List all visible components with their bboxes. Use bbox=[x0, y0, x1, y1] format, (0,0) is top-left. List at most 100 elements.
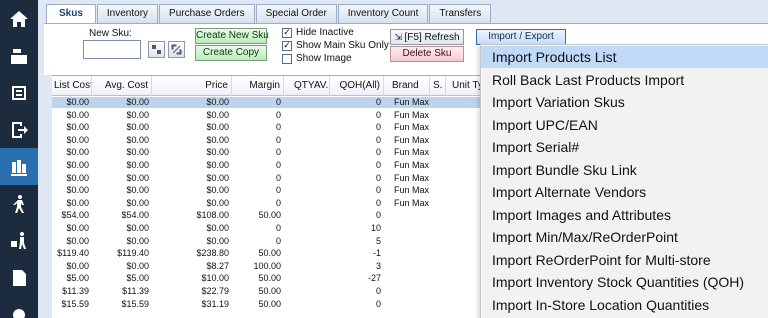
margin-cell: 0 bbox=[275, 134, 281, 145]
price-cell: $31.19 bbox=[201, 298, 229, 309]
qty-available-cell bbox=[284, 248, 330, 259]
exit-icon[interactable] bbox=[0, 111, 38, 148]
delivery-icon[interactable] bbox=[0, 222, 38, 259]
expand-icon bbox=[171, 44, 182, 55]
menu-item[interactable]: Import Variation Skus bbox=[481, 91, 768, 113]
tab-inventory-count[interactable]: Inventory Count bbox=[337, 4, 429, 23]
col-qty-available[interactable]: QTYAV... bbox=[284, 76, 330, 96]
register-icon[interactable] bbox=[0, 37, 38, 74]
margin-cell: 50.00 bbox=[258, 210, 281, 221]
col-avg-cost[interactable]: Avg. Cost bbox=[92, 76, 152, 96]
tab-transfers[interactable]: Transfers bbox=[429, 4, 492, 23]
menu-item[interactable]: Import Products List bbox=[481, 46, 768, 68]
create-new-sku-button[interactable]: Create New Sku bbox=[195, 28, 269, 44]
price-cell: $238.80 bbox=[196, 248, 229, 259]
tab-inventory[interactable]: Inventory bbox=[96, 4, 159, 23]
grid-icon bbox=[152, 45, 161, 54]
qoh-cell: 0 bbox=[375, 134, 381, 145]
list-cost-cell: $0.00 bbox=[66, 172, 89, 183]
menu-item[interactable]: Import Bundle Sku Link bbox=[481, 159, 768, 181]
menu-item[interactable]: Import Min/Max/ReOrderPoint bbox=[481, 226, 768, 248]
avg-cost-cell: $0.00 bbox=[126, 172, 149, 183]
document-icon[interactable] bbox=[0, 259, 38, 296]
hide-inactive-checkbox[interactable]: ✓ Hide Inactive bbox=[282, 27, 354, 38]
delete-sku-button[interactable]: Delete Sku bbox=[390, 46, 464, 62]
home-icon[interactable] bbox=[0, 0, 38, 37]
margin-cell: 0 bbox=[275, 185, 281, 196]
list-cost-cell: $54.00 bbox=[61, 210, 89, 221]
price-cell: $0.00 bbox=[206, 223, 229, 233]
refresh-icon: ⇲ bbox=[394, 32, 405, 42]
settings-icon[interactable] bbox=[0, 296, 38, 318]
col-price[interactable]: Price bbox=[152, 76, 232, 96]
list-cost-cell: $11.39 bbox=[62, 286, 89, 296]
avg-cost-cell: $0.00 bbox=[126, 97, 149, 107]
menu-item[interactable]: Roll Back Last Products Import bbox=[481, 69, 768, 91]
show-image-box[interactable] bbox=[282, 53, 292, 64]
menu-item[interactable]: Import UPC/EAN bbox=[481, 114, 768, 136]
show-image-checkbox[interactable]: Show Image bbox=[282, 53, 352, 64]
brand-cell: Fun Max bbox=[394, 147, 430, 158]
menu-item[interactable]: Import In-Store Location Quantities bbox=[481, 294, 768, 316]
qty-available-cell bbox=[284, 286, 330, 297]
menu-item[interactable]: Import Inventory Stock Quantities (QOH) bbox=[481, 271, 768, 293]
brand-cell: Fun Max bbox=[394, 97, 430, 107]
menu-item[interactable]: Import Serial# bbox=[481, 136, 768, 158]
avg-cost-cell: $11.39 bbox=[122, 286, 149, 296]
qoh-cell: 0 bbox=[375, 210, 381, 221]
price-cell: $0.00 bbox=[206, 122, 229, 133]
menu-item[interactable]: Import Images and Attributes bbox=[481, 204, 768, 226]
col-qoh-all[interactable]: QOH(All) bbox=[330, 76, 384, 96]
pos-icon[interactable] bbox=[0, 74, 38, 111]
show-main-sku-only-label: Show Main Sku Only bbox=[296, 40, 389, 51]
margin-cell: 0 bbox=[275, 97, 281, 107]
import-export-menu: Import Products List Roll Back Last Produ… bbox=[480, 44, 768, 318]
refresh-button[interactable]: ⇲ [F5] Refresh bbox=[390, 29, 464, 45]
avg-cost-cell: $5.00 bbox=[126, 273, 149, 284]
show-main-sku-only-box[interactable]: ✓ bbox=[282, 40, 292, 51]
refresh-label: [F5] Refresh bbox=[404, 32, 460, 43]
menu-item[interactable]: Import ReOrderPoint for Multi-store bbox=[481, 249, 768, 271]
qty-available-cell bbox=[284, 236, 330, 247]
menu-item[interactable]: Import Alternate Vendors bbox=[481, 181, 768, 203]
avg-cost-cell: $15.59 bbox=[121, 298, 149, 309]
margin-cell: 0 bbox=[275, 197, 281, 208]
col-brand[interactable]: Brand bbox=[384, 76, 430, 96]
left-rail bbox=[0, 0, 38, 318]
show-image-label: Show Image bbox=[296, 53, 352, 64]
tab-special-order[interactable]: Special Order bbox=[255, 4, 337, 23]
col-s[interactable]: S. bbox=[430, 76, 446, 96]
price-cell: $10.00 bbox=[201, 273, 229, 284]
sku-expand-button[interactable] bbox=[168, 41, 185, 58]
qty-available-cell bbox=[284, 147, 330, 158]
inventory-icon[interactable] bbox=[0, 148, 38, 185]
avg-cost-cell: $119.40 bbox=[117, 248, 149, 259]
avg-cost-cell: $0.00 bbox=[126, 185, 149, 196]
tab-purchase-orders[interactable]: Purchase Orders bbox=[159, 4, 255, 23]
list-cost-cell: $119.40 bbox=[57, 248, 89, 259]
col-list-cost[interactable]: List Cost bbox=[54, 76, 92, 96]
list-cost-cell: $0.00 bbox=[66, 260, 89, 271]
price-cell: $22.79 bbox=[201, 286, 229, 296]
qoh-cell: 0 bbox=[375, 185, 381, 196]
margin-cell: 100.00 bbox=[253, 260, 281, 271]
show-main-sku-only-checkbox[interactable]: ✓ Show Main Sku Only bbox=[282, 40, 389, 51]
qoh-cell: 0 bbox=[375, 197, 381, 208]
import-export-button[interactable]: Import / Export bbox=[476, 29, 566, 45]
walker-icon[interactable] bbox=[0, 185, 38, 222]
sku-options-button[interactable] bbox=[148, 41, 165, 58]
create-copy-button[interactable]: Create Copy bbox=[195, 45, 267, 61]
col-margin[interactable]: Margin bbox=[232, 76, 284, 96]
avg-cost-cell: $0.00 bbox=[126, 134, 149, 145]
price-cell: $108.00 bbox=[196, 210, 229, 221]
tab-skus[interactable]: Skus bbox=[46, 4, 96, 23]
new-sku-input[interactable] bbox=[83, 40, 141, 59]
qoh-cell: 0 bbox=[375, 160, 381, 170]
new-sku-label: New Sku: bbox=[89, 28, 132, 39]
brand-cell: Fun Max bbox=[394, 160, 430, 170]
brand-cell bbox=[394, 286, 434, 297]
qty-available-cell bbox=[284, 223, 330, 234]
hide-inactive-box[interactable]: ✓ bbox=[282, 27, 292, 38]
app-window: Skus Inventory Purchase Orders Special O… bbox=[0, 0, 768, 318]
brand-cell: Fun Max bbox=[394, 172, 430, 183]
